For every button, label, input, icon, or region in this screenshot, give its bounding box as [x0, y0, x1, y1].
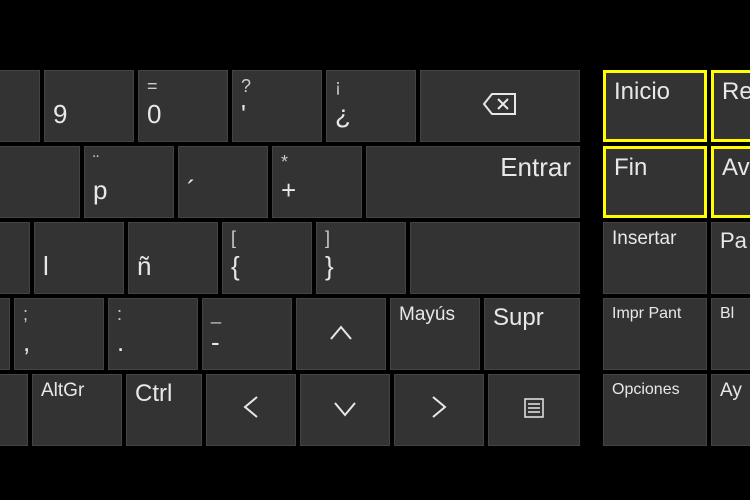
- key-opciones-label: Opciones: [612, 381, 698, 399]
- key-obrace-shift: [: [231, 229, 303, 249]
- key-period[interactable]: : .: [108, 298, 198, 370]
- key-pausa[interactable]: Pa: [711, 222, 750, 294]
- key-comma-shift: ;: [23, 305, 95, 325]
- key-enter-label: Entrar: [500, 153, 571, 182]
- key-open-brace[interactable]: [ {: [222, 222, 312, 294]
- key-inicio[interactable]: Inicio: [603, 70, 707, 142]
- key-ctrl[interactable]: Ctrl: [126, 374, 202, 446]
- key-mayus-label: Mayús: [399, 305, 471, 326]
- key-9[interactable]: 9: [44, 70, 134, 142]
- key-0[interactable]: = 0: [138, 70, 228, 142]
- key-supr-label: Supr: [493, 305, 571, 331]
- up-arrow-icon: [327, 319, 355, 349]
- key-comma[interactable]: ; ,: [14, 298, 104, 370]
- key-shift-mayus[interactable]: Mayús: [390, 298, 480, 370]
- key-dash[interactable]: _ -: [202, 298, 292, 370]
- key-l-label: l: [43, 253, 115, 279]
- key-altgr[interactable]: AltGr: [32, 374, 122, 446]
- key-partial-left-r5[interactable]: [0, 374, 28, 446]
- key-o-label: o: [0, 177, 71, 203]
- key-accent-shift: [187, 153, 259, 173]
- key-l[interactable]: l: [34, 222, 124, 294]
- key-bloq[interactable]: Bl: [711, 298, 750, 370]
- key-enye[interactable]: ñ: [128, 222, 218, 294]
- menu-icon: [523, 397, 545, 424]
- key-opciones[interactable]: Opciones: [603, 374, 707, 446]
- key-o-shift: [0, 153, 71, 173]
- key-8[interactable]: ) 8: [0, 70, 40, 142]
- key-inicio-label: Inicio: [614, 79, 696, 105]
- key-repag-label: Re: [722, 79, 750, 105]
- key-enter[interactable]: Entrar: [366, 146, 580, 218]
- key-ayuda-label: Ay: [720, 381, 750, 402]
- key-plus-label: +: [281, 177, 353, 203]
- key-enye-label: ñ: [137, 253, 209, 279]
- key-question-shift: ?: [241, 77, 313, 97]
- key-period-shift: :: [117, 305, 189, 325]
- backspace-icon: [482, 91, 518, 122]
- key-imprpant-label: Impr Pant: [612, 305, 698, 323]
- key-up-arrow[interactable]: [296, 298, 386, 370]
- key-ctrl-label: Ctrl: [135, 381, 193, 407]
- key-comma-label: ,: [23, 329, 95, 355]
- key-plus[interactable]: * +: [272, 146, 362, 218]
- key-8-label: 8: [0, 101, 31, 127]
- key-insertar[interactable]: Insertar: [603, 222, 707, 294]
- key-avpag-label: Av: [722, 155, 750, 181]
- key-avpag[interactable]: Av: [711, 146, 750, 218]
- key-9-label: 9: [53, 101, 125, 127]
- key-enter-lower[interactable]: [410, 222, 580, 294]
- key-period-label: .: [117, 329, 189, 355]
- key-enye-shift: [137, 229, 209, 249]
- key-p-shift: ¨: [93, 153, 165, 173]
- key-menu[interactable]: [488, 374, 580, 446]
- key-accent-label: ´: [187, 177, 259, 203]
- key-8-shift: ): [0, 77, 31, 97]
- key-supr[interactable]: Supr: [484, 298, 580, 370]
- key-dash-shift: _: [211, 305, 283, 325]
- left-arrow-icon: [241, 393, 261, 427]
- key-dash-label: -: [211, 329, 283, 355]
- key-down-arrow[interactable]: [300, 374, 390, 446]
- key-right-arrow[interactable]: [394, 374, 484, 446]
- key-pausa-label: Pa: [720, 229, 750, 253]
- key-p[interactable]: ¨ p: [84, 146, 174, 218]
- key-plus-shift: *: [281, 153, 353, 173]
- key-0-shift: =: [147, 77, 219, 97]
- key-iexcl-label: ¿: [335, 101, 407, 127]
- key-bloq-label: Bl: [720, 305, 750, 323]
- key-9-shift: [53, 77, 125, 97]
- key-partial-left-r4[interactable]: [0, 298, 10, 370]
- key-p-label: p: [93, 177, 165, 203]
- key-insertar-label: Insertar: [612, 229, 698, 250]
- key-accent[interactable]: ´: [178, 146, 268, 218]
- key-impr-pant[interactable]: Impr Pant: [603, 298, 707, 370]
- key-partial-left-r3[interactable]: [0, 222, 30, 294]
- key-ayuda[interactable]: Ay: [711, 374, 750, 446]
- key-cbrace-label: }: [325, 253, 397, 279]
- key-repag[interactable]: Re: [711, 70, 750, 142]
- down-arrow-icon: [331, 395, 359, 425]
- right-arrow-icon: [429, 393, 449, 427]
- key-0-label: 0: [147, 101, 219, 127]
- key-question-label: ': [241, 101, 313, 127]
- key-fin-label: Fin: [614, 155, 696, 181]
- key-fin[interactable]: Fin: [603, 146, 707, 218]
- key-inverted-exclaim[interactable]: ¡ ¿: [326, 70, 416, 142]
- key-left-arrow[interactable]: [206, 374, 296, 446]
- key-obrace-label: {: [231, 253, 303, 279]
- key-question[interactable]: ? ': [232, 70, 322, 142]
- key-close-brace[interactable]: ] }: [316, 222, 406, 294]
- key-o[interactable]: o: [0, 146, 80, 218]
- key-backspace[interactable]: [420, 70, 580, 142]
- key-l-shift: [43, 229, 115, 249]
- key-cbrace-shift: ]: [325, 229, 397, 249]
- key-iexcl-shift: ¡: [335, 77, 407, 97]
- key-altgr-label: AltGr: [41, 381, 113, 402]
